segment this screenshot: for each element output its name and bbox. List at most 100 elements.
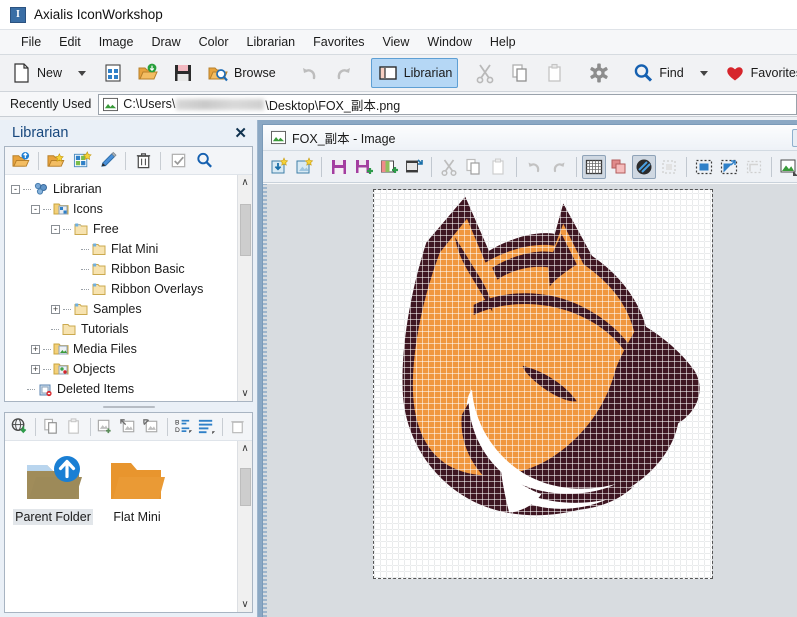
export-image-button[interactable]	[292, 155, 316, 179]
tree-item-label: Tutorials	[81, 322, 128, 336]
paste-button[interactable]	[487, 155, 511, 179]
canvas-area[interactable]	[263, 183, 797, 617]
cut-button[interactable]	[468, 58, 502, 88]
menu-view[interactable]: View	[374, 32, 419, 52]
menu-draw[interactable]: Draw	[142, 32, 189, 52]
show-grid-button[interactable]	[582, 155, 606, 179]
menu-window[interactable]: Window	[418, 32, 480, 52]
sort-by-name-button[interactable]: BD	[173, 415, 194, 439]
paste-button[interactable]	[538, 58, 572, 88]
tree-item-flat-mini[interactable]: Flat Mini	[9, 239, 237, 259]
tree-expander[interactable]: -	[31, 205, 40, 214]
tree-scrollbar[interactable]: ∧ ∨	[237, 175, 252, 401]
copy-button[interactable]	[503, 58, 537, 88]
select-all-button[interactable]	[692, 155, 716, 179]
new-dropdown-button[interactable]	[69, 58, 95, 88]
grid-item-flat-mini[interactable]: Flat Mini	[95, 451, 179, 525]
settings-button[interactable]	[582, 58, 616, 88]
grid-item-parent-folder[interactable]: Parent Folder	[11, 451, 95, 525]
menu-color[interactable]: Color	[190, 32, 238, 52]
grid-item-partial[interactable]	[95, 525, 179, 537]
tree-expander[interactable]: -	[51, 225, 60, 234]
tree-expander[interactable]: +	[31, 345, 40, 354]
image-resize-button[interactable]	[402, 155, 426, 179]
tree-item-deleted-items[interactable]: Deleted Items	[9, 379, 237, 399]
menu-librarian[interactable]: Librarian	[238, 32, 305, 52]
rename-button[interactable]	[96, 149, 120, 173]
add-to-library-button[interactable]	[377, 155, 401, 179]
menu-edit[interactable]: Edit	[50, 32, 90, 52]
scroll-thumb[interactable]	[240, 468, 251, 506]
minimize-button[interactable]	[792, 129, 797, 147]
copy-button[interactable]	[462, 155, 486, 179]
tree-item-samples[interactable]: + Samples	[9, 299, 237, 319]
image-canvas[interactable]	[373, 189, 713, 579]
grid-scrollbar[interactable]: ∧ ∨	[237, 441, 252, 612]
search-button[interactable]	[192, 149, 216, 173]
tree-item-free[interactable]: - Free	[9, 219, 237, 239]
hatch-pattern-button[interactable]	[632, 155, 656, 179]
redo-button[interactable]	[327, 58, 361, 88]
delete-button[interactable]	[131, 149, 155, 173]
crop-button[interactable]	[742, 155, 766, 179]
tree-item-tutorials[interactable]: Tutorials	[9, 319, 237, 339]
tree-item-ribbon-basic[interactable]: Ribbon Basic	[9, 259, 237, 279]
tree-item-icons[interactable]: - Icons	[9, 199, 237, 219]
paste-button[interactable]	[64, 415, 85, 439]
scroll-down-icon[interactable]: ∨	[241, 597, 248, 612]
new-library-button[interactable]	[9, 149, 33, 173]
browse-button[interactable]: Browse	[201, 58, 282, 88]
copy-button[interactable]	[41, 415, 62, 439]
save-button[interactable]	[327, 155, 351, 179]
find-dropdown-button[interactable]	[691, 58, 717, 88]
browse-label: Browse	[234, 66, 276, 80]
add-icon-button[interactable]	[70, 149, 94, 173]
tree-item-media-files[interactable]: + Media Files	[9, 339, 237, 359]
find-button[interactable]: Find	[626, 58, 689, 88]
scroll-thumb[interactable]	[240, 204, 251, 256]
close-icon[interactable]: ✕	[234, 126, 247, 141]
scroll-down-icon[interactable]: ∨	[241, 386, 248, 401]
resize-canvas-button[interactable]	[717, 155, 741, 179]
redo-icon	[333, 62, 355, 84]
add-folder-button[interactable]	[44, 149, 68, 173]
tree-item-librarian[interactable]: - Librarian	[9, 179, 237, 199]
import-image-button[interactable]	[267, 155, 291, 179]
menu-favorites[interactable]: Favorites	[304, 32, 373, 52]
save-as-button[interactable]	[352, 155, 376, 179]
menu-image[interactable]: Image	[90, 32, 143, 52]
scroll-up-icon[interactable]: ∧	[241, 175, 248, 190]
favorites-button[interactable]: Favorites	[718, 58, 797, 88]
image-effects-button[interactable]	[777, 155, 797, 179]
recent-path-field[interactable]: C:\Users\\Desktop\FOX_副本.png	[98, 94, 797, 115]
librarian-toggle-button[interactable]: Librarian	[371, 58, 459, 88]
selection-mask-button[interactable]	[657, 155, 681, 179]
tree-expander[interactable]: +	[31, 365, 40, 374]
undo-button[interactable]	[522, 155, 546, 179]
grid-item-partial[interactable]	[11, 525, 95, 537]
select-checkbox-button[interactable]	[166, 149, 190, 173]
scroll-up-icon[interactable]: ∧	[241, 441, 248, 456]
delete-button[interactable]	[227, 415, 248, 439]
image-file-icon	[271, 130, 286, 145]
tree-item-ribbon-overlays[interactable]: Ribbon Overlays	[9, 279, 237, 299]
tree-expander[interactable]: -	[11, 185, 20, 194]
extract-image-button[interactable]	[118, 415, 139, 439]
new-button[interactable]: New	[4, 58, 68, 88]
undo-button[interactable]	[292, 58, 326, 88]
save-button[interactable]	[166, 58, 200, 88]
open-button[interactable]	[131, 58, 165, 88]
menu-help[interactable]: Help	[481, 32, 525, 52]
export-image-button[interactable]	[141, 415, 162, 439]
list-view-button[interactable]	[196, 415, 217, 439]
tree-item-objects[interactable]: + Objects	[9, 359, 237, 379]
add-image-button[interactable]	[95, 415, 116, 439]
cut-button[interactable]	[437, 155, 461, 179]
download-web-button[interactable]	[9, 415, 30, 439]
redo-button[interactable]	[547, 155, 571, 179]
transparency-color-button[interactable]	[607, 155, 631, 179]
new-icon-project-button[interactable]	[96, 58, 130, 88]
menu-file[interactable]: File	[12, 32, 50, 52]
dock-splitter[interactable]	[4, 402, 253, 412]
tree-expander[interactable]: +	[51, 305, 60, 314]
